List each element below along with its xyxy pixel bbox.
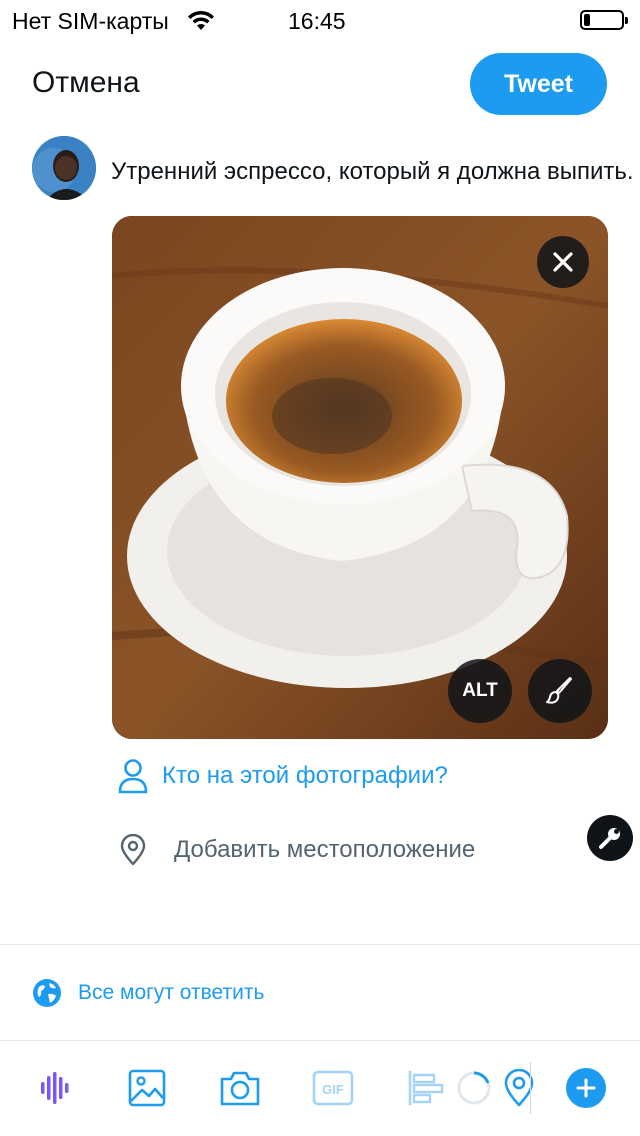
camera-button[interactable] [218,1066,262,1110]
attached-photo[interactable] [112,216,608,739]
tag-people-label: Кто на этой фотографии? [162,762,448,789]
location-pin-icon [120,834,146,866]
image-icon [128,1069,166,1107]
wifi-icon [188,10,214,30]
camera-icon [220,1071,260,1106]
person-icon [118,759,148,794]
divider [0,944,640,945]
wrench-button[interactable] [587,815,633,861]
reply-settings-label: Все могут ответить [78,981,265,1004]
add-image-button[interactable] [125,1066,169,1110]
location-button[interactable] [497,1066,541,1110]
character-count-ring [457,1071,491,1105]
espresso-photo [112,216,608,739]
poll-icon [408,1071,444,1105]
carrier-label: Нет SIM-карты [12,8,169,34]
add-tweet-button[interactable] [566,1068,606,1108]
gif-icon: GIF [312,1070,354,1106]
remove-photo-button[interactable] [537,236,589,288]
cancel-button[interactable]: Отмена [32,66,140,100]
globe-icon [33,979,61,1007]
plus-icon [576,1078,596,1098]
edit-photo-button[interactable] [528,659,592,723]
gif-label: GIF [322,1082,344,1097]
add-location-label: Добавить местоположение [174,836,476,863]
status-bar: Нет SIM-карты 16:45 [0,0,640,40]
reply-settings-button[interactable]: Все могут ответить [32,976,264,1010]
battery-icon [580,10,628,30]
tweet-button[interactable]: Tweet [470,53,607,115]
brush-icon [546,677,572,704]
wrench-icon [599,828,620,849]
poll-button[interactable] [404,1066,448,1110]
add-location-button[interactable]: Добавить местоположение [118,830,475,870]
alt-text-button[interactable]: ALT [448,659,512,723]
divider [0,1040,640,1041]
voice-tweet-button[interactable] [33,1066,77,1110]
toolbar-separator [530,1062,531,1114]
avatar[interactable] [32,136,96,200]
voice-wave-icon [41,1072,69,1104]
tag-people-button[interactable]: Кто на этой фотографии? [118,756,448,796]
gif-button[interactable]: GIF [311,1066,355,1110]
tweet-text[interactable]: Утренний эспрессо, который я должна выпи… [111,158,634,186]
close-icon [553,252,573,272]
clock: 16:45 [288,8,346,34]
